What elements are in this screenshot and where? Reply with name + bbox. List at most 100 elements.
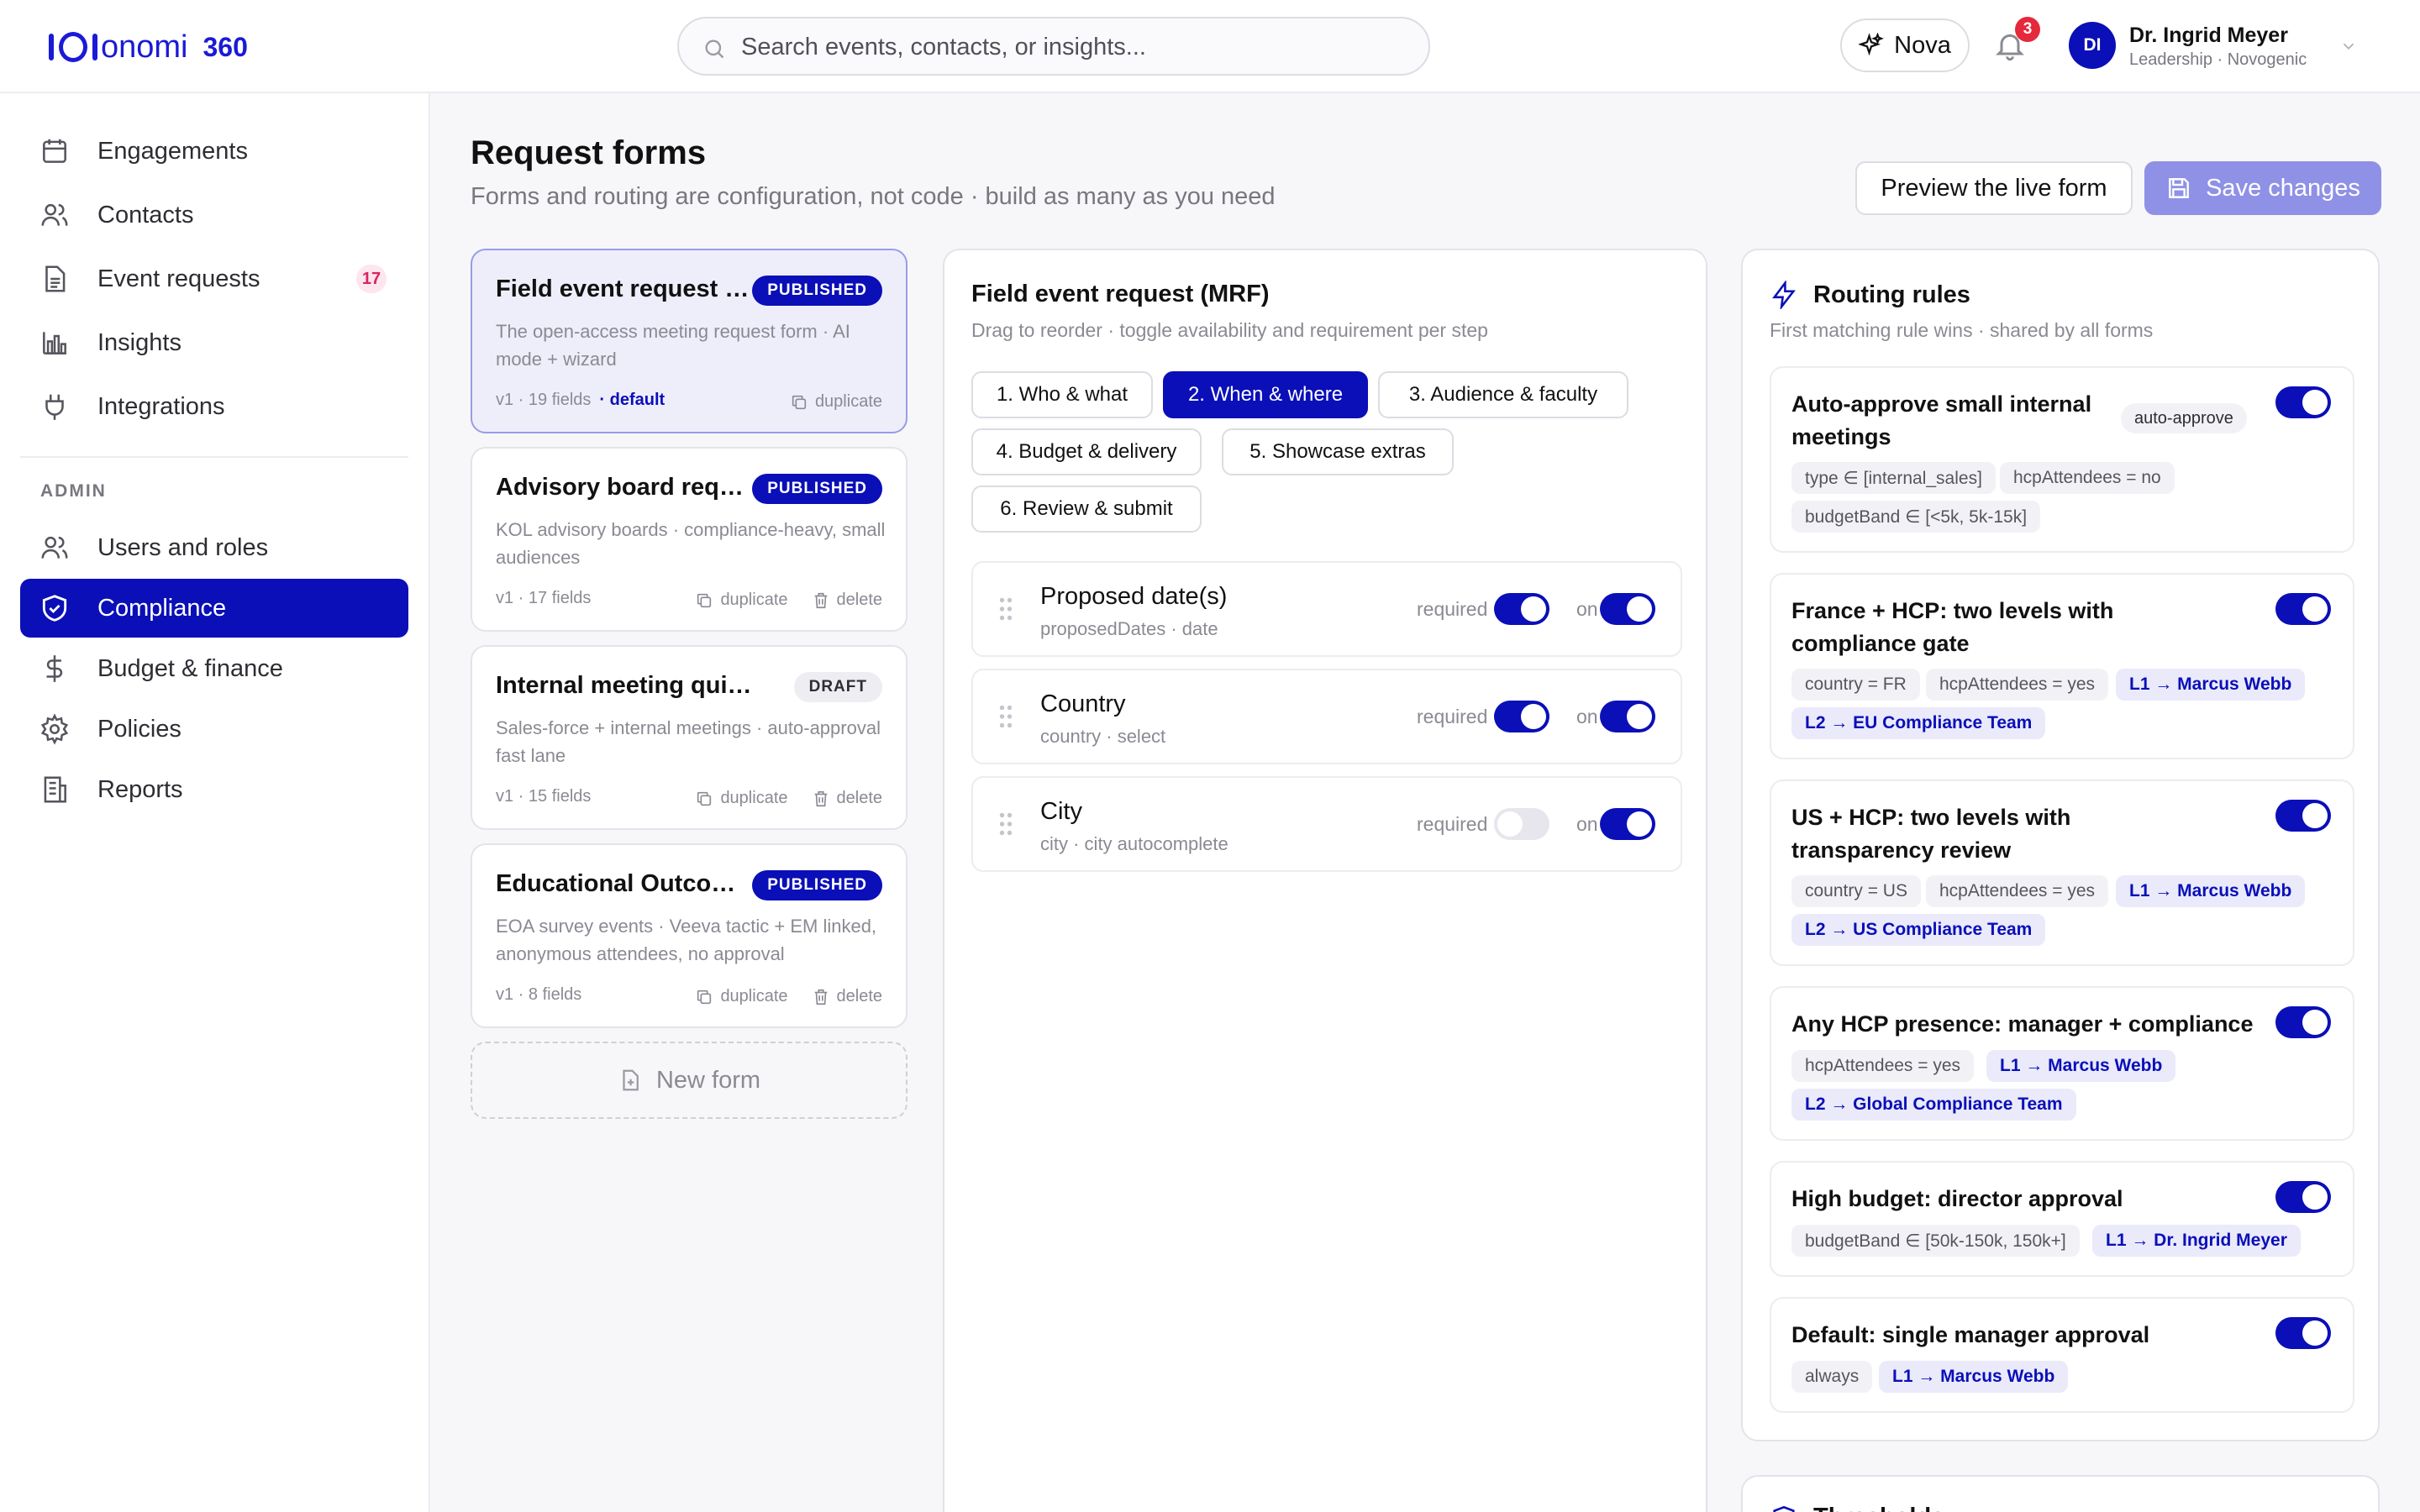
routing-rule[interactable]: France + HCP: two levels with compliance…	[1770, 573, 2354, 759]
form-card-description: KOL advisory boards · compliance-heavy, …	[496, 519, 886, 568]
drag-handle-icon[interactable]	[998, 704, 1013, 729]
preview-live-form-button[interactable]: Preview the live form	[1855, 161, 2133, 215]
enabled-toggle[interactable]	[1600, 701, 1655, 732]
rule-condition-chip: hcpAttendees = yes	[1791, 1050, 1975, 1082]
delete-button[interactable]: delete	[812, 591, 882, 610]
user-name[interactable]: Dr. Ingrid Meyer	[2129, 24, 2288, 48]
save-icon	[2169, 178, 2189, 198]
routing-title: Routing rules	[1813, 281, 1970, 308]
sidebar-item-label: Users and roles	[97, 533, 269, 561]
duplicate-button[interactable]: duplicate	[695, 987, 788, 1006]
rule-title: Any HCP presence: manager + compliance	[1791, 1011, 2254, 1037]
default-label: · default	[599, 391, 666, 409]
form-card-internal-meeting-quick-form[interactable]: Internal meeting quick form DRAFT Sales-…	[471, 645, 908, 830]
drag-handle-icon[interactable]	[998, 811, 1013, 837]
field-row-city[interactable]: City city · city autocomplete required o…	[971, 776, 1682, 872]
enabled-toggle[interactable]	[1600, 808, 1655, 840]
step-tab-showcase-extras[interactable]: 5. Showcase extras	[1222, 428, 1454, 475]
avatar[interactable]: DI	[2069, 22, 2116, 69]
required-toggle[interactable]	[1494, 593, 1549, 625]
routing-rule[interactable]: Auto-approve small internal meetings aut…	[1770, 366, 2354, 553]
editor-title: Field event request (MRF)	[971, 281, 1270, 307]
sidebar-item-event-requests[interactable]: Event requests 17	[20, 249, 408, 308]
trash-icon	[814, 989, 827, 1005]
document-icon	[45, 265, 66, 292]
routing-rule[interactable]: Any HCP presence: manager + compliance h…	[1770, 986, 2354, 1141]
form-editor-panel: Field event request (MRF) Drag to reorde…	[943, 249, 1707, 1512]
sidebar-item-integrations[interactable]: Integrations	[20, 377, 408, 436]
duplicate-label: duplicate	[720, 789, 788, 807]
step-tab-when-where[interactable]: 2. When & where	[1163, 371, 1368, 418]
sidebar-item-reports[interactable]: Reports	[20, 760, 408, 819]
form-card-title: Internal meeting quick form	[496, 672, 756, 699]
field-name: Proposed date(s)	[1040, 583, 1228, 610]
rule-approver-chip: L2 → US Compliance Team	[1791, 914, 2046, 946]
field-row-country[interactable]: Country country · select required on	[971, 669, 1682, 764]
duplicate-label: duplicate	[720, 591, 788, 609]
required-toggle[interactable]	[1494, 808, 1549, 840]
sidebar-item-label: Contacts	[97, 201, 194, 228]
delete-button[interactable]: delete	[812, 789, 882, 808]
rule-enabled-toggle[interactable]	[2275, 1006, 2331, 1038]
rule-title: France + HCP: two levels with compliance…	[1791, 598, 2114, 656]
sidebar-item-contacts[interactable]: Contacts	[20, 186, 408, 244]
form-card-advisory-board-request[interactable]: Advisory board request PUBLISHED KOL adv…	[471, 447, 908, 632]
sidebar-item-budget-finance[interactable]: Budget & finance	[20, 639, 408, 698]
rule-action-tag: auto-approve	[2121, 403, 2247, 433]
rule-condition-chip: type ∈ [internal_sales]	[1791, 462, 1996, 494]
duplicate-button[interactable]: duplicate	[695, 789, 788, 808]
sidebar-item-insights[interactable]: Insights	[20, 313, 408, 372]
search-icon	[705, 39, 724, 59]
sidebar-item-label: Event requests	[97, 265, 260, 292]
field-key-type: city · city autocomplete	[1040, 833, 1228, 854]
app-logo[interactable]: onomi 360	[49, 25, 248, 69]
step-tab-budget-delivery[interactable]: 4. Budget & delivery	[971, 428, 1202, 475]
rule-enabled-toggle[interactable]	[2275, 1317, 2331, 1349]
duplicate-button[interactable]: duplicate	[695, 591, 788, 610]
delete-button[interactable]: delete	[812, 987, 882, 1006]
sidebar-item-label: Budget & finance	[97, 654, 283, 682]
sidebar-item-label: Policies	[97, 715, 182, 743]
top-bar: onomi 360 Nova 3 DI Dr. Ingrid Meyer Lea…	[0, 0, 2420, 93]
routing-rule[interactable]: High budget: director approval budgetBan…	[1770, 1161, 2354, 1277]
sidebar-item-engagements[interactable]: Engagements	[20, 122, 408, 181]
enabled-toggle[interactable]	[1600, 593, 1655, 625]
rule-enabled-toggle[interactable]	[2275, 1181, 2331, 1213]
new-form-button[interactable]: New form	[471, 1042, 908, 1119]
routing-rule[interactable]: US + HCP: two levels with transparency r…	[1770, 780, 2354, 966]
rule-approver-chip: L2 → EU Compliance Team	[1791, 707, 2046, 739]
rule-enabled-toggle[interactable]	[2275, 800, 2331, 832]
nova-assistant-button[interactable]: Nova	[1840, 18, 1970, 72]
nova-label: Nova	[1894, 31, 1951, 59]
logo-suffix: 360	[203, 31, 248, 62]
step-tab-who-what[interactable]: 1. Who & what	[971, 371, 1153, 418]
sidebar: Engagements Contacts Event requests 17 I…	[0, 93, 430, 1512]
step-tab-review-submit[interactable]: 6. Review & submit	[971, 486, 1202, 533]
form-card-field-event-request[interactable]: Field event request (MRF) PUBLISHED The …	[471, 249, 908, 433]
users-icon	[41, 203, 68, 226]
form-card-educational-outcomes[interactable]: Educational Outcomes PUBLISHED EOA surve…	[471, 843, 908, 1028]
global-search[interactable]	[677, 17, 1430, 76]
rule-enabled-toggle[interactable]	[2275, 386, 2331, 418]
routing-rule[interactable]: Default: single manager approval always …	[1770, 1297, 2354, 1413]
form-card-description: Sales-force + internal meetings · auto-a…	[496, 717, 881, 766]
form-card-title: Field event request (MRF)	[496, 276, 756, 302]
sidebar-item-compliance[interactable]: Compliance	[20, 579, 408, 638]
sidebar-item-users-and-roles[interactable]: Users and roles	[20, 518, 408, 577]
form-card-meta: v1 · 19 fields · default	[496, 391, 665, 410]
event-requests-count-badge: 17	[356, 265, 387, 293]
save-changes-button[interactable]: Save changes	[2144, 161, 2381, 215]
sidebar-item-policies[interactable]: Policies	[20, 700, 408, 759]
drag-handle-icon[interactable]	[998, 596, 1013, 622]
required-toggle[interactable]	[1494, 701, 1549, 732]
sidebar-item-label: Engagements	[97, 137, 248, 165]
field-row-proposed-dates[interactable]: Proposed date(s) proposedDates · date re…	[971, 561, 1682, 657]
thresholds-panel: Thresholds	[1741, 1475, 2380, 1512]
duplicate-button[interactable]: duplicate	[790, 392, 882, 412]
search-input[interactable]	[741, 30, 1397, 64]
rule-enabled-toggle[interactable]	[2275, 593, 2331, 625]
chevron-down-icon[interactable]	[2339, 37, 2358, 55]
page-title: Request forms	[471, 134, 707, 171]
step-tab-audience-faculty[interactable]: 3. Audience & faculty	[1378, 371, 1628, 418]
bar-chart-icon	[43, 332, 66, 354]
